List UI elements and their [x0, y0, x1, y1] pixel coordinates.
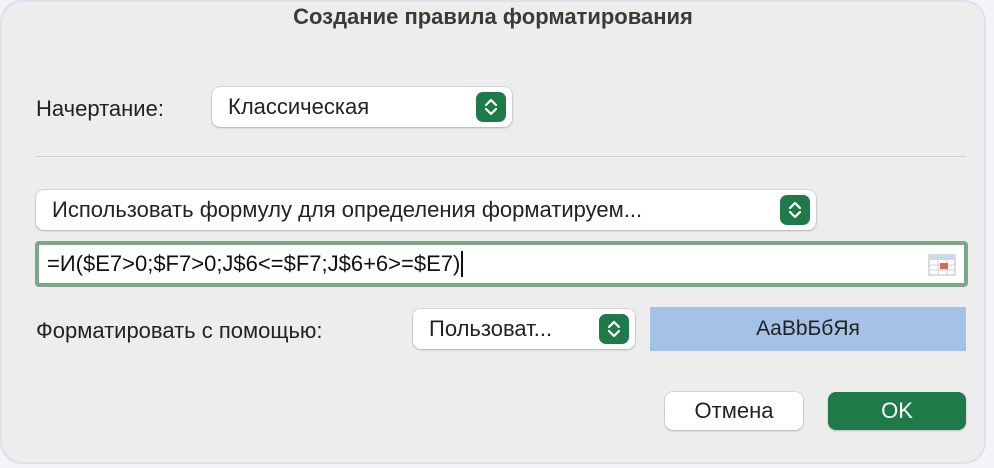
style-popup[interactable]: Классическая — [212, 87, 512, 127]
collapse-dialog-icon[interactable] — [928, 254, 956, 276]
formula-input[interactable]: =И($E7>0;$F7>0;J$6<=$F7;J$6+6>=$E7) — [35, 241, 968, 287]
rule-type-value: Использовать формулу для определения фор… — [52, 197, 643, 222]
ok-button[interactable]: OK — [828, 392, 966, 430]
dialog-title: Создание правила форматирования — [293, 4, 693, 29]
format-preview: AaBbБбЯя — [650, 307, 966, 351]
rule-type-popup[interactable]: Использовать формулу для определения фор… — [36, 190, 816, 230]
cancel-button[interactable]: Отмена — [665, 392, 803, 430]
up-down-chevron-icon — [780, 195, 810, 225]
format-with-value: Пользоват... — [429, 316, 553, 341]
divider — [36, 156, 966, 157]
style-label: Начертание: — [36, 96, 164, 121]
formula-value: =И($E7>0;$F7>0;J$6<=$F7;J$6+6>=$E7) — [47, 251, 461, 276]
format-preview-text: AaBbБбЯя — [756, 317, 860, 340]
format-with-label: Форматировать с помощью: — [36, 318, 323, 343]
text-caret — [461, 251, 464, 277]
format-with-popup[interactable]: Пользоват... — [413, 309, 635, 349]
style-popup-value: Классическая — [228, 94, 370, 119]
up-down-chevron-icon — [476, 92, 506, 122]
up-down-chevron-icon — [599, 314, 629, 344]
conditional-format-dialog: Создание правила форматирования Начертан… — [0, 0, 986, 464]
formula-value-wrap: =И($E7>0;$F7>0;J$6<=$F7;J$6+6>=$E7) — [47, 245, 464, 283]
